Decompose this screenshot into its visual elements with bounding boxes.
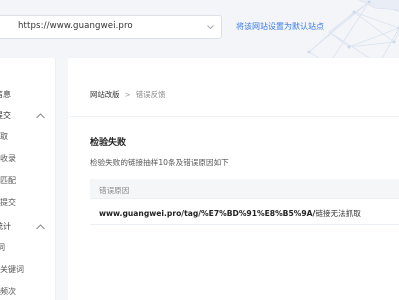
- sidebar-item-info[interactable]: 信息: [0, 89, 11, 100]
- breadcrumb-parent[interactable]: 网站改版: [90, 90, 120, 99]
- set-default-site-link[interactable]: 将该网站设置为默认站点: [236, 21, 324, 32]
- chevron-down-icon: [207, 25, 214, 30]
- breadcrumb-current: 错误反馈: [135, 90, 166, 99]
- table-header-reason: 错误原因: [90, 179, 399, 199]
- sidebar-group-stats[interactable]: 统计: [0, 221, 11, 232]
- sidebar-group-submit[interactable]: 提交: [0, 110, 11, 121]
- error-reason: 链接无法抓取: [315, 209, 361, 218]
- breadcrumb: 网站改版 > 错误反馈: [90, 89, 165, 100]
- breadcrumb-separator: >: [124, 90, 131, 99]
- sidebar-item-words[interactable]: 词: [0, 242, 5, 253]
- sidebar-item-match[interactable]: 匹配: [0, 175, 16, 186]
- chevron-up-icon[interactable]: [36, 224, 45, 230]
- sidebar-item-crawl[interactable]: 取: [0, 131, 8, 142]
- sidebar-item-frequency[interactable]: 频次: [0, 286, 16, 297]
- section-description: 检验失败的链接抽样10条及错误原因如下: [90, 158, 229, 167]
- sidebar-item-index[interactable]: 收录: [0, 153, 16, 164]
- sidebar-item-keywords[interactable]: 关键词: [0, 264, 24, 275]
- sidebar-item-submit[interactable]: 提交: [0, 197, 16, 208]
- site-select-value: https://www.guangwei.pro: [18, 21, 133, 31]
- error-table: 错误原因 www.guangwei.pro/tag/%E7%BD%91%E8%B…: [90, 179, 399, 225]
- table-row: www.guangwei.pro/tag/%E7%BD%91%E8%B5%9A/…: [90, 199, 399, 225]
- site-select[interactable]: https://www.guangwei.pro: [0, 15, 222, 39]
- sidebar: 信息 提交 取 收录 匹配 提交 统计 词 关键词 频次: [0, 58, 56, 300]
- page-title: 检验失败: [90, 138, 127, 148]
- error-url: www.guangwei.pro/tag/%E7%BD%91%E8%B5%9A/: [99, 209, 316, 218]
- top-bar: https://www.guangwei.pro 将该网站设置为默认站点: [0, 0, 399, 58]
- divider: [68, 116, 399, 117]
- main-panel: 网站改版 > 错误反馈 检验失败 检验失败的链接抽样10条及错误原因如下 错误原因 …: [68, 58, 399, 300]
- chevron-up-icon[interactable]: [36, 113, 45, 119]
